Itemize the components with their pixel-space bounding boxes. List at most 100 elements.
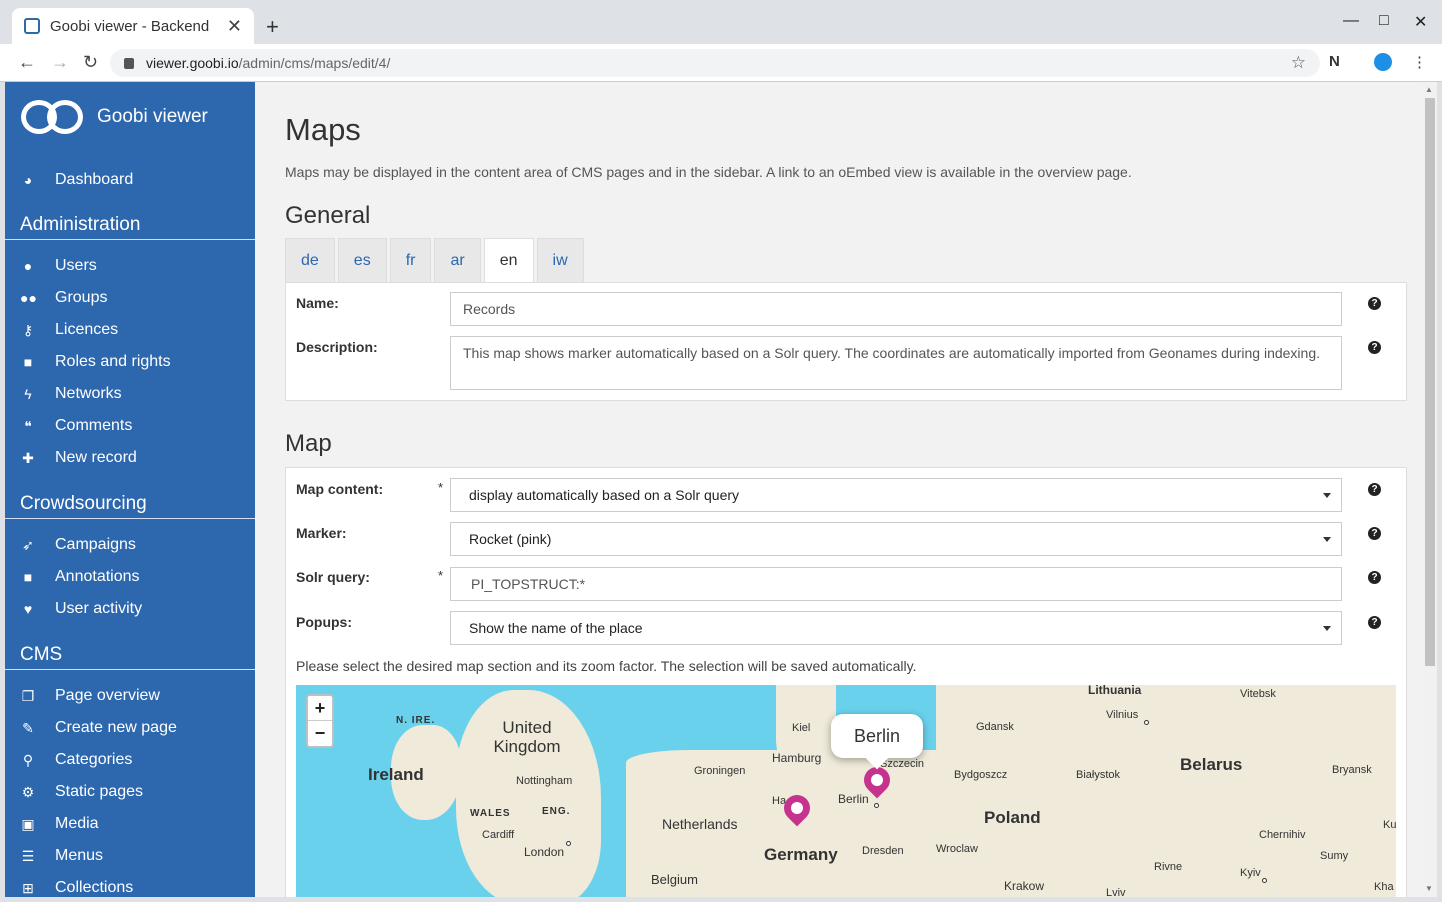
sidebar-item-page-overview[interactable]: ❐ Page overview: [5, 682, 255, 710]
help-icon[interactable]: ?: [1368, 297, 1381, 310]
sidebar-item-user-activity[interactable]: ♥ User activity: [5, 595, 255, 623]
scrollbar-thumb[interactable]: [1425, 98, 1435, 666]
marker-select[interactable]: Rocket (pink): [450, 522, 1342, 556]
sidebar-item-label: Networks: [55, 385, 122, 402]
map-label: Białystok: [1076, 769, 1121, 781]
sidebar-item-users[interactable]: ● Users: [5, 252, 255, 280]
sidebar-item-campaigns[interactable]: ➶ Campaigns: [5, 531, 255, 559]
browser-tab-title: Goobi viewer - Backend: [50, 17, 210, 35]
sidebar-item-menus[interactable]: ☰ Menus: [5, 842, 255, 870]
map-label: Dresden: [862, 845, 904, 857]
page-intro: Maps may be displayed in the content are…: [285, 164, 1132, 180]
map-label: Sumy: [1320, 850, 1349, 862]
browser-tab-bar: Goobi viewer - Backend ✕ + — □ ✕: [0, 0, 1442, 44]
tab-fr[interactable]: fr: [389, 238, 432, 282]
brand-name: Goobi viewer: [97, 106, 208, 127]
url-path: /admin/cms/maps/edit/4/: [238, 55, 391, 71]
help-icon[interactable]: ?: [1368, 483, 1381, 496]
map-label: Kyiv: [1240, 867, 1261, 879]
sidebar-item-static-pages[interactable]: ⚙ Static pages: [5, 778, 255, 806]
maximize-window-icon[interactable]: □: [1379, 12, 1389, 30]
sidebar-item-label: Users: [55, 257, 97, 274]
sidebar-item-new-record[interactable]: ✚ New record: [5, 444, 255, 472]
forward-arrow-icon[interactable]: →: [51, 52, 69, 73]
sidebar-item-comments[interactable]: ❝ Comments: [5, 412, 255, 440]
bookmark-star-icon[interactable]: ☆: [1291, 53, 1306, 73]
sidebar-item-categories[interactable]: ⚲ Categories: [5, 746, 255, 774]
sidebar-item-licences[interactable]: ⚷ Licences: [5, 316, 255, 344]
help-icon[interactable]: ?: [1368, 341, 1381, 354]
description-textarea[interactable]: This map shows marker automatically base…: [450, 336, 1342, 390]
tab-es[interactable]: es: [337, 238, 387, 282]
help-icon[interactable]: ?: [1368, 571, 1381, 584]
sidebar-item-dashboard[interactable]: ◕ Dashboard: [5, 166, 255, 194]
reload-icon[interactable]: ↻: [83, 52, 98, 73]
back-arrow-icon[interactable]: ←: [18, 52, 36, 73]
popups-value: Show the name of the place: [469, 620, 643, 636]
caret-down-icon: [1323, 537, 1331, 542]
sidebar-item-label: Static pages: [55, 783, 144, 800]
map-label: Groningen: [694, 765, 746, 777]
map-popup: Berlin: [831, 714, 923, 770]
minimize-window-icon[interactable]: —: [1343, 12, 1359, 30]
goobi-favicon-icon: [24, 18, 40, 34]
city-dot: [874, 803, 879, 808]
object-group-icon: ⊞: [22, 879, 34, 896]
main-content: Maps Maps may be displayed in the conten…: [255, 82, 1437, 897]
tab-en[interactable]: en: [483, 238, 534, 283]
extension-icon[interactable]: N: [1329, 53, 1340, 70]
page-scrollbar[interactable]: ▲ ▼: [1423, 82, 1437, 897]
tab-iw[interactable]: iw: [536, 238, 584, 282]
map-label: WALES: [470, 808, 511, 819]
sidebar-item-label: Campaigns: [55, 536, 136, 553]
scroll-down-icon[interactable]: ▼: [1425, 884, 1433, 893]
map-view[interactable]: + − Lithuania Vitebsk Vilnius Gdansk Kie…: [296, 685, 1396, 897]
caret-down-icon: [1323, 493, 1331, 498]
popups-select[interactable]: Show the name of the place: [450, 611, 1342, 645]
map-label: N. IRE.: [396, 715, 436, 726]
brand[interactable]: Goobi viewer: [21, 100, 208, 134]
sidebar-item-label: Page overview: [55, 687, 160, 704]
help-icon[interactable]: ?: [1368, 527, 1381, 540]
url-field[interactable]: viewer.goobi.io/admin/cms/maps/edit/4/ ☆: [110, 49, 1320, 77]
solr-query-label: Solr query:: [296, 569, 370, 585]
map-label: Poland: [984, 808, 1041, 827]
sidebar-item-networks[interactable]: ϟ Networks: [5, 380, 255, 408]
cogs-icon: ⚙: [21, 783, 35, 800]
sidebar-item-label: New record: [55, 449, 137, 466]
browser-menu-icon[interactable]: ⋮: [1412, 53, 1427, 71]
map-label: Netherlands: [662, 816, 738, 832]
map-content-select[interactable]: display automatically based on a Solr qu…: [450, 478, 1342, 512]
tab-ar[interactable]: ar: [434, 238, 481, 282]
sidebar-item-roles[interactable]: ■ Roles and rights: [5, 348, 255, 376]
map-label: Gdansk: [976, 721, 1014, 733]
users-group-icon: ●●: [20, 290, 37, 306]
sidebar-item-label: Licences: [55, 321, 119, 338]
key-icon: ⚷: [22, 321, 34, 338]
general-heading: General: [285, 202, 371, 229]
zoom-out-button[interactable]: −: [308, 721, 332, 746]
sidebar-item-media[interactable]: ▣ Media: [5, 810, 255, 838]
url-host: viewer.goobi.io: [146, 55, 239, 71]
profile-avatar-icon[interactable]: [1374, 53, 1392, 71]
map-label: Belarus: [1180, 755, 1243, 774]
sidebar-item-label: Annotations: [55, 568, 140, 585]
new-tab-button[interactable]: +: [266, 14, 279, 40]
sidebar-item-groups[interactable]: ●● Groups: [5, 284, 255, 312]
sidebar-item-collections[interactable]: ⊞ Collections: [5, 874, 255, 897]
sidebar-item-annotations[interactable]: ■ Annotations: [5, 563, 255, 591]
solr-query-input[interactable]: PI_TOPSTRUCT:*: [450, 567, 1342, 601]
tab-de[interactable]: de: [285, 238, 335, 282]
close-window-icon[interactable]: ✕: [1414, 12, 1427, 32]
section-administration: Administration: [20, 214, 141, 235]
help-icon[interactable]: ?: [1368, 616, 1381, 629]
map-content-label: Map content:: [296, 481, 384, 497]
close-tab-icon[interactable]: ✕: [227, 16, 242, 37]
sidebar-item-create-page[interactable]: ✎ Create new page: [5, 714, 255, 742]
zoom-in-button[interactable]: +: [308, 696, 332, 721]
browser-tab[interactable]: Goobi viewer - Backend ✕: [12, 8, 254, 44]
name-input[interactable]: Records: [450, 292, 1342, 326]
map-label: Cardiff: [482, 829, 515, 841]
map-label: ENG.: [542, 806, 571, 817]
scroll-up-icon[interactable]: ▲: [1425, 85, 1433, 94]
